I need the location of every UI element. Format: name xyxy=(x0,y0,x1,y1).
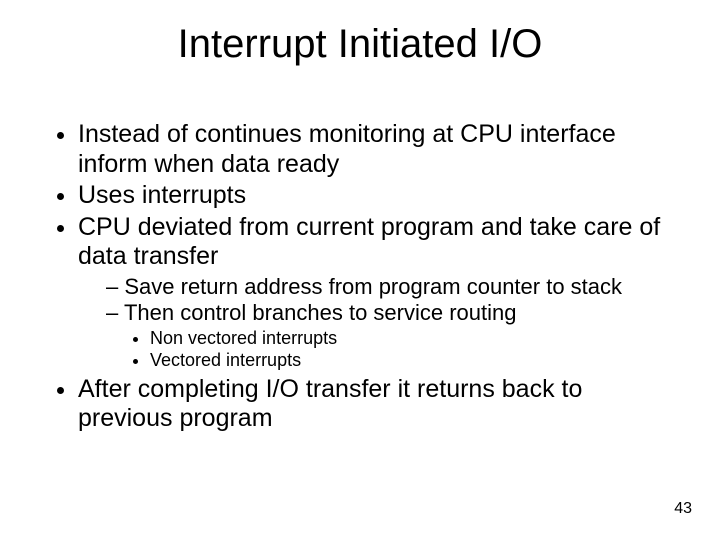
list-item-text: Then control branches to service routing xyxy=(124,300,517,325)
bullet-list-level-1: Instead of continues monitoring at CPU i… xyxy=(54,120,674,434)
list-item: CPU deviated from current program and ta… xyxy=(78,213,674,371)
list-item: Save return address from program counter… xyxy=(106,274,674,300)
bullet-list-level-2: Save return address from program counter… xyxy=(78,274,674,371)
bullet-list-level-3: Non vectored interrupts Vectored interru… xyxy=(106,328,674,370)
list-item: After completing I/O transfer it returns… xyxy=(78,375,674,434)
slide-body: Instead of continues monitoring at CPU i… xyxy=(54,120,674,436)
slide: Interrupt Initiated I/O Instead of conti… xyxy=(0,0,720,540)
list-item: Vectored interrupts xyxy=(150,350,674,371)
slide-title: Interrupt Initiated I/O xyxy=(0,22,720,67)
list-item-text: CPU deviated from current program and ta… xyxy=(78,213,660,271)
page-number: 43 xyxy=(674,500,692,518)
list-item: Then control branches to service routing… xyxy=(106,300,674,370)
list-item: Instead of continues monitoring at CPU i… xyxy=(78,120,674,179)
list-item: Uses interrupts xyxy=(78,181,674,211)
list-item: Non vectored interrupts xyxy=(150,328,674,349)
